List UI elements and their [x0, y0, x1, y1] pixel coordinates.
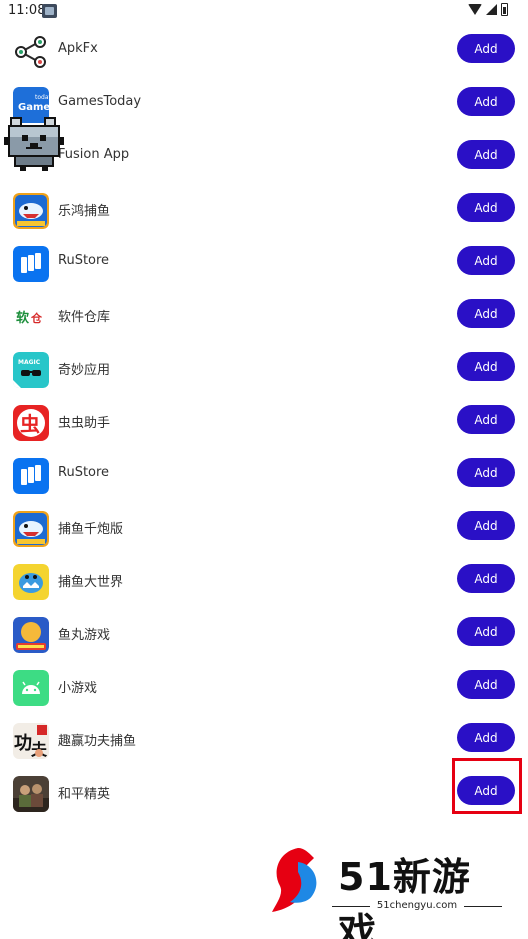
app-row: RuStore Add [0, 237, 528, 290]
svg-text:虫: 虫 [20, 412, 40, 436]
add-button[interactable]: Add [457, 564, 515, 593]
magic-app-icon: MAGIC [13, 352, 49, 388]
apkfx-icon [13, 34, 49, 70]
add-button[interactable]: Add [457, 458, 515, 487]
android-icon [13, 670, 49, 706]
app-name: 软件仓库 [58, 310, 111, 325]
app-row: 和平精英 Add [0, 767, 528, 820]
rustore-icon [13, 458, 49, 494]
battery-icon [501, 3, 508, 16]
notification-icon [42, 4, 57, 18]
add-button[interactable]: Add [457, 34, 515, 63]
app-name: 捕鱼大世界 [58, 575, 124, 590]
add-button[interactable]: Add [457, 670, 515, 699]
app-row: Fusion App Add [0, 131, 528, 184]
app-row: RuStore Add [0, 449, 528, 502]
svg-text:Games: Games [18, 102, 49, 113]
app-row: Gamestoday GamesToday Add [0, 78, 528, 131]
status-icons [468, 3, 508, 16]
add-button[interactable]: Add [457, 511, 515, 540]
app-name: 乐鸿捕鱼 [58, 204, 111, 219]
app-row: 乐鸿捕鱼 Add [0, 184, 528, 237]
add-button[interactable]: Add [457, 246, 515, 275]
app-name: RuStore [58, 465, 110, 480]
app-row: 软仓软件仓库 Add [0, 290, 528, 343]
fishing-game-icon [13, 193, 49, 229]
kungfu-fishing-icon: 功夫 [13, 723, 49, 759]
fishing-world-icon [13, 564, 49, 600]
pixel-cat-sticker-icon [4, 117, 64, 171]
add-button[interactable]: Add [457, 352, 515, 381]
wifi-icon [468, 4, 482, 15]
peace-elite-icon [13, 776, 49, 812]
add-button[interactable]: Add [457, 617, 515, 646]
add-button[interactable]: Add [457, 140, 515, 169]
status-time: 11:08 [8, 3, 46, 18]
chongchong-icon: 虫 [13, 405, 49, 441]
app-name: 趣赢功夫捕鱼 [58, 734, 137, 749]
status-bar: 11:08 [0, 0, 528, 24]
app-name: RuStore [58, 253, 110, 268]
app-name: GamesToday [58, 94, 142, 109]
watermark-url: 51chengyu.com [332, 900, 502, 911]
app-row: 鱼丸游戏 Add [0, 608, 528, 661]
app-name: 奇妙应用 [58, 363, 111, 378]
app-name: Fusion App [58, 147, 130, 162]
add-button[interactable]: Add [457, 87, 515, 116]
svg-text:today: today [35, 94, 49, 101]
app-name: 捕鱼千炮版 [58, 522, 124, 537]
app-row: 小游戏 Add [0, 661, 528, 714]
svg-text:仓: 仓 [30, 311, 43, 325]
add-button[interactable]: Add [457, 193, 515, 222]
watermark: 51新游戏 51chengyu.com [268, 842, 508, 939]
app-row: 功夫趣赢功夫捕鱼 Add [0, 714, 528, 767]
app-row: 捕鱼大世界 Add [0, 555, 528, 608]
svg-text:功: 功 [14, 733, 32, 754]
add-button[interactable]: Add [457, 299, 515, 328]
app-name: 小游戏 [58, 681, 98, 696]
app-name: 鱼丸游戏 [58, 628, 111, 643]
app-row: ApkFx Add [0, 25, 528, 78]
svg-text:MAGIC: MAGIC [18, 359, 41, 366]
app-name: ApkFx [58, 41, 98, 56]
add-button[interactable]: Add [457, 405, 515, 434]
app-row: MAGIC 奇妙应用 Add [0, 343, 528, 396]
app-row: 捕鱼千炮版 Add [0, 502, 528, 555]
watermark-text: 51新游戏 [338, 855, 471, 939]
app-row: 虫 虫虫助手 Add [0, 396, 528, 449]
svg-text:软: 软 [16, 310, 29, 326]
watermark-logo-icon [272, 848, 317, 912]
rustore-icon [13, 246, 49, 282]
fishing-game-icon [13, 511, 49, 547]
add-button[interactable]: Add [457, 723, 515, 752]
app-name: 虫虫助手 [58, 416, 111, 431]
yuwan-game-icon [13, 617, 49, 653]
signal-icon [486, 4, 497, 15]
highlight-box [452, 758, 522, 814]
software-store-icon: 软仓 [13, 299, 49, 335]
app-name: 和平精英 [58, 787, 111, 802]
